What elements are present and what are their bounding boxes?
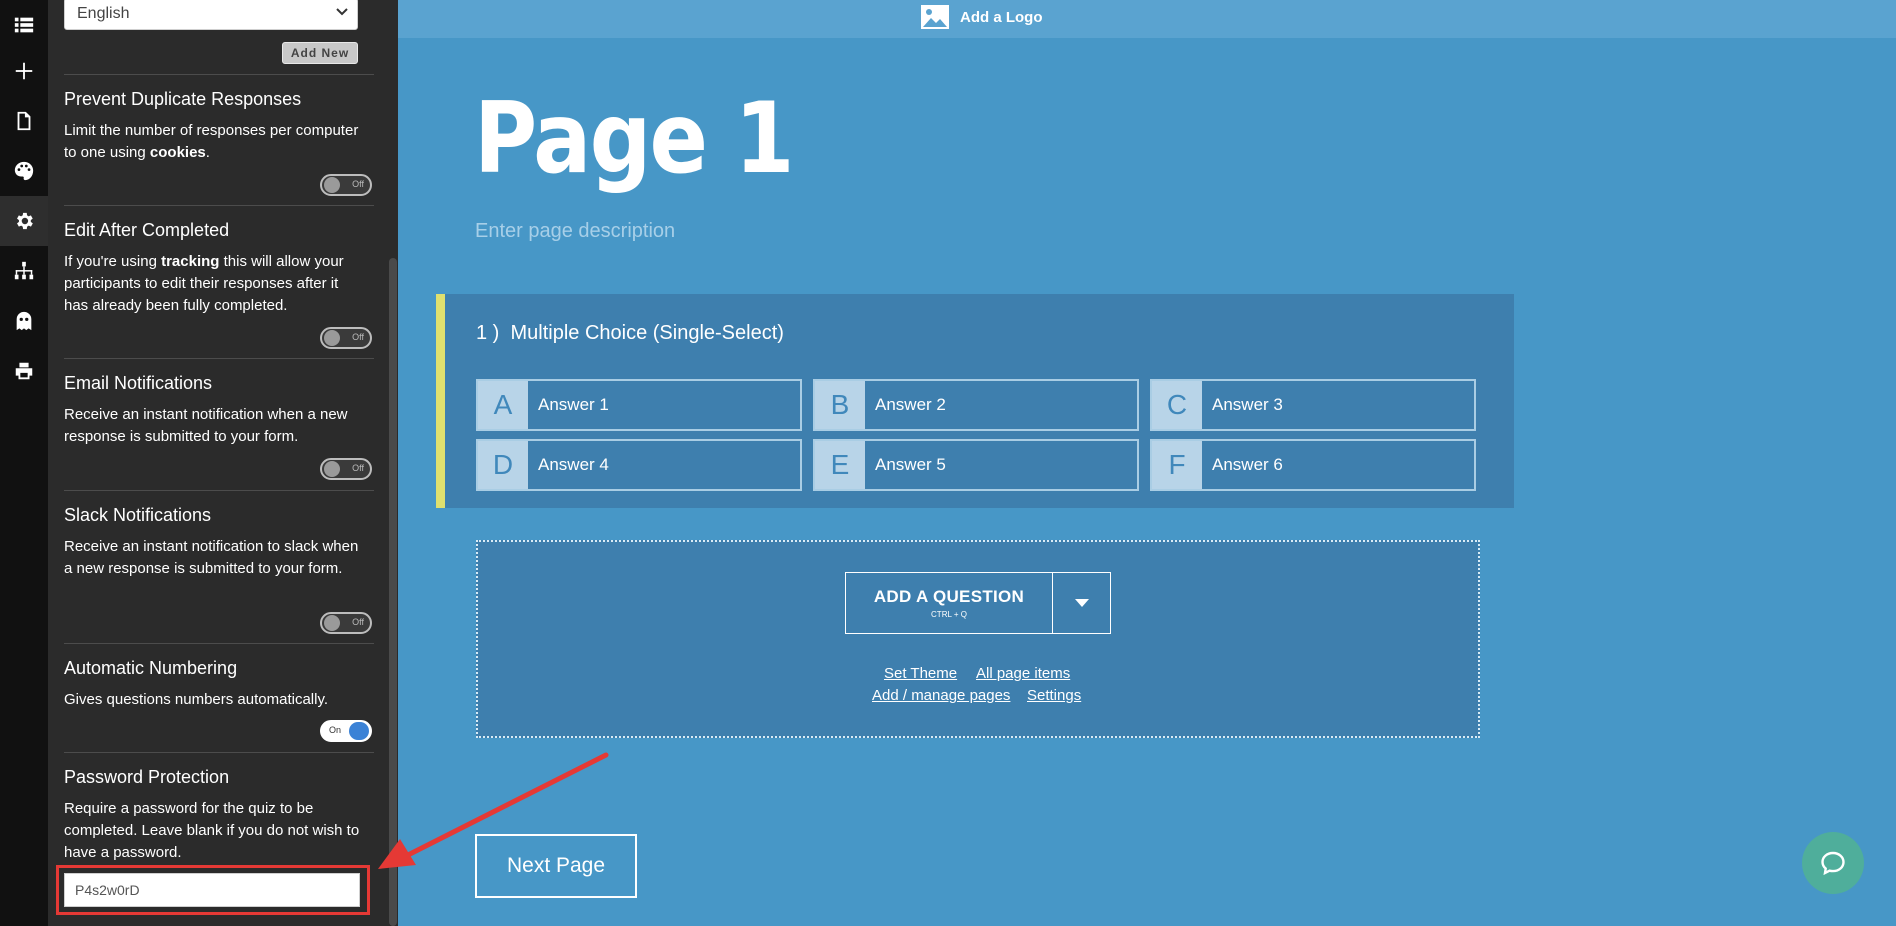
list-icon[interactable] <box>0 0 48 50</box>
icon-rail <box>0 0 48 926</box>
question-card[interactable]: 1 ) Multiple Choice (Single-Select) A An… <box>436 294 1514 508</box>
setting-title: Prevent Duplicate Responses <box>64 89 302 109</box>
add-question-dropdown[interactable] <box>1052 573 1110 633</box>
settings-panel: English Add New Prevent Duplicate Respon… <box>48 0 388 926</box>
chat-bubble-icon <box>1821 851 1845 876</box>
setting-slack-notifications: Slack Notifications Receive an instant n… <box>64 490 374 634</box>
add-manage-pages-link[interactable]: Add / manage pages <box>872 687 1010 704</box>
settings-link[interactable]: Settings <box>1027 687 1081 704</box>
gear-icon[interactable] <box>0 196 48 246</box>
setting-automatic-numbering: Automatic Numbering Gives questions numb… <box>64 643 374 742</box>
printer-icon[interactable] <box>0 346 48 396</box>
answer-text: Answer 4 <box>538 455 609 474</box>
setting-email-notifications: Email Notifications Receive an instant n… <box>64 358 374 480</box>
language-select-value: English <box>77 5 130 22</box>
answer-letter: D <box>478 441 528 489</box>
setting-title: Slack Notifications <box>64 505 212 525</box>
add-question-button-group: ADD A QUESTION CTRL + Q <box>845 572 1111 634</box>
answer-option[interactable]: F Answer 6 <box>1150 439 1476 491</box>
question-number: 1 ) <box>476 322 500 344</box>
language-select[interactable]: English <box>64 0 358 30</box>
toggle-automatic-numbering[interactable]: On <box>320 720 372 742</box>
add-question-button[interactable]: ADD A QUESTION CTRL + Q <box>846 573 1052 633</box>
setting-description: Require a password for the quiz to be co… <box>64 800 360 861</box>
toggle-slack-notifications[interactable]: Off <box>320 612 372 634</box>
plus-icon[interactable] <box>0 46 48 96</box>
setting-description: Receive an instant notification to slack… <box>64 538 359 577</box>
add-question-label: ADD A QUESTION <box>873 587 1025 606</box>
answer-option[interactable]: A Answer 1 <box>476 379 802 431</box>
add-question-shortcut: CTRL + Q <box>931 610 967 619</box>
add-logo-label: Add a Logo <box>960 8 1043 26</box>
all-page-items-link[interactable]: All page items <box>976 665 1070 682</box>
add-logo-button[interactable]: Add a Logo <box>920 3 1043 31</box>
setting-title: Password Protection <box>64 767 230 787</box>
answer-option[interactable]: B Answer 2 <box>813 379 1139 431</box>
document-icon[interactable] <box>0 96 48 146</box>
setting-description: Receive an instant notification when a n… <box>64 406 348 445</box>
form-canvas: Add a Logo Page 1 Enter page description… <box>398 0 1896 926</box>
image-icon <box>921 5 949 29</box>
answer-text: Answer 2 <box>875 395 946 414</box>
answer-letter: A <box>478 381 528 429</box>
setting-title: Email Notifications <box>64 373 213 393</box>
annotation-arrow <box>378 752 609 869</box>
setting-description: Gives questions numbers automatically. <box>64 691 329 708</box>
set-theme-link[interactable]: Set Theme <box>884 665 957 682</box>
answer-letter: C <box>1152 381 1202 429</box>
caret-down-icon <box>1074 599 1089 607</box>
setting-description: Limit the number of responses per comput… <box>64 122 359 161</box>
toggle-edit-after-completed[interactable]: Off <box>320 327 372 349</box>
sitemap-icon[interactable] <box>0 246 48 296</box>
setting-title: Automatic Numbering <box>64 658 238 678</box>
answer-option[interactable]: D Answer 4 <box>476 439 802 491</box>
chevron-down-icon <box>336 8 348 16</box>
setting-prevent-duplicate: Prevent Duplicate Responses Limit the nu… <box>64 74 374 196</box>
answer-text: Answer 3 <box>1212 395 1283 414</box>
toggle-email-notifications[interactable]: Off <box>320 458 372 480</box>
setting-description: If you're using tracking this will allow… <box>64 253 344 314</box>
answer-option[interactable]: C Answer 3 <box>1150 379 1476 431</box>
answer-text: Answer 1 <box>538 395 609 414</box>
question-title[interactable]: 1 ) Multiple Choice (Single-Select) <box>476 322 784 345</box>
answer-option[interactable]: E Answer 5 <box>813 439 1139 491</box>
password-input[interactable] <box>64 873 360 907</box>
setting-title: Edit After Completed <box>64 220 230 240</box>
question-text: Multiple Choice (Single-Select) <box>510 322 784 344</box>
answer-letter: F <box>1152 441 1202 489</box>
chat-button[interactable] <box>1802 832 1864 894</box>
answer-text: Answer 6 <box>1212 455 1283 474</box>
header-bar: Add a Logo <box>398 0 1896 38</box>
palette-icon[interactable] <box>0 146 48 196</box>
add-question-zone: ADD A QUESTION CTRL + Q Set Theme All pa… <box>476 540 1480 738</box>
answer-letter: B <box>815 381 865 429</box>
add-new-button[interactable]: Add New <box>282 42 358 64</box>
page-title[interactable]: Page 1 <box>474 82 795 196</box>
ghost-icon[interactable] <box>0 296 48 346</box>
setting-password-protection: Password Protection Require a password f… <box>64 752 374 861</box>
toggle-prevent-duplicate[interactable]: Off <box>320 174 372 196</box>
page-description-field[interactable]: Enter page description <box>475 220 675 243</box>
setting-edit-after-completed: Edit After Completed If you're using tra… <box>64 205 374 349</box>
answer-text: Answer 5 <box>875 455 946 474</box>
answer-letter: E <box>815 441 865 489</box>
